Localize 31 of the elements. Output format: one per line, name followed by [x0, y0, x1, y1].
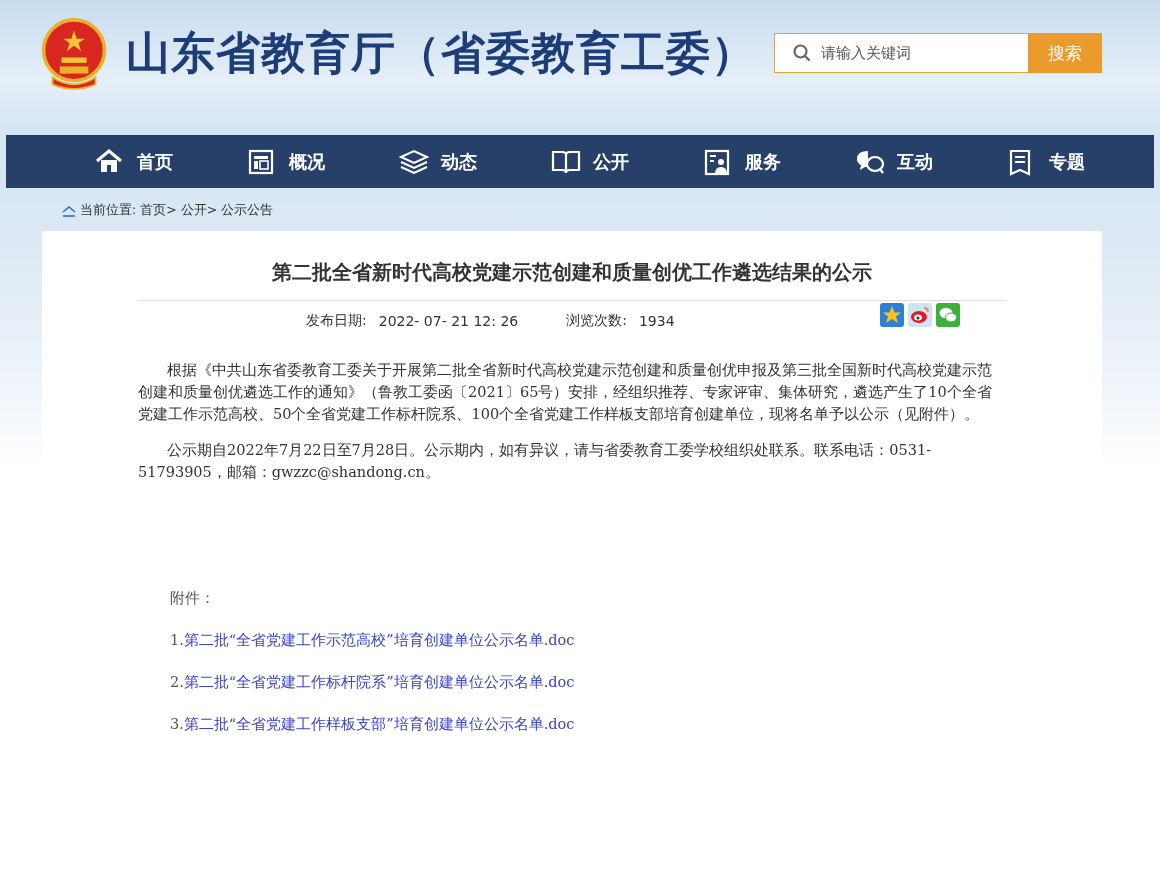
breadcrumb-link[interactable]: 公开> [180, 202, 218, 219]
breadcrumb-link[interactable]: 首页> [140, 202, 177, 219]
list-number: 2. [170, 673, 184, 692]
search-icon [793, 44, 812, 62]
meta-value: 2022- 07- 21 12: 26 [378, 313, 519, 329]
weibo-share-icon [908, 303, 932, 327]
list-number: 1. [170, 631, 184, 650]
meta-value: 1934 [638, 313, 675, 329]
nav-link[interactable]: 专题 [970, 135, 1122, 188]
paragraph: 公示期自2022年7月22日至7月28日。公示期内，如有异议，请与省委教育工委学校组织处联系。联系电话：0531-51793905，邮箱：gwzzc@shandong.cn。 [138, 441, 933, 482]
article-title: 第二批全省新时代高校党建示范创建和质量创优工作遴选结果的公示 [138, 259, 1006, 301]
attachment-link[interactable]: 第二批“全省党建工作样板支部”培育创建单位公示名单.doc [183, 713, 575, 735]
attachment-link[interactable]: 第二批“全省党建工作示范高校”培育创建单位公示名单.doc [183, 629, 575, 651]
nav-link[interactable]: 动态 [362, 135, 514, 188]
site-title: 山东省教育厅（省委教育工委） [126, 25, 757, 80]
breadcrumb-label: 当前位置: [80, 202, 137, 219]
nav-link[interactable]: 概况 [210, 135, 362, 188]
nav-link[interactable]: 公开 [514, 135, 666, 188]
breadcrumb-link[interactable]: 公示公告 [221, 202, 274, 219]
meta-label: 浏览次数: [566, 312, 627, 330]
paragraph: 根据《中共山东省委教育工委关于开展第二批全省新时代高校党建示范创建和质量创优申报及第三批全国新时代高校党建示范创建和质量创优遴选工作的通知》（鲁教工委函〔2021〕65号）安排，经组织推荐、专家评审、集体研究，遴选产生了10个全省党建工作示范高校、50个全省党建工作标杆院系、100个全省党建工作样板支部培育创建单位，现将名单予以公示（见附件）。 [138, 361, 993, 424]
list-number: 3. [170, 715, 184, 734]
meta-label: 发布日期: [306, 312, 367, 330]
nav-link[interactable]: 服务 [666, 135, 818, 188]
nav-link[interactable]: 互动 [818, 135, 970, 188]
layers-icon [399, 147, 429, 176]
nav-link[interactable]: 首页 [58, 135, 210, 188]
star-share-icon [880, 303, 904, 327]
attachment-link[interactable]: 第二批“全省党建工作标杆院系”培育创建单位公示名单.doc [183, 671, 575, 693]
chat-share-icon [936, 303, 960, 327]
attachments-label: 附件： [170, 589, 216, 608]
